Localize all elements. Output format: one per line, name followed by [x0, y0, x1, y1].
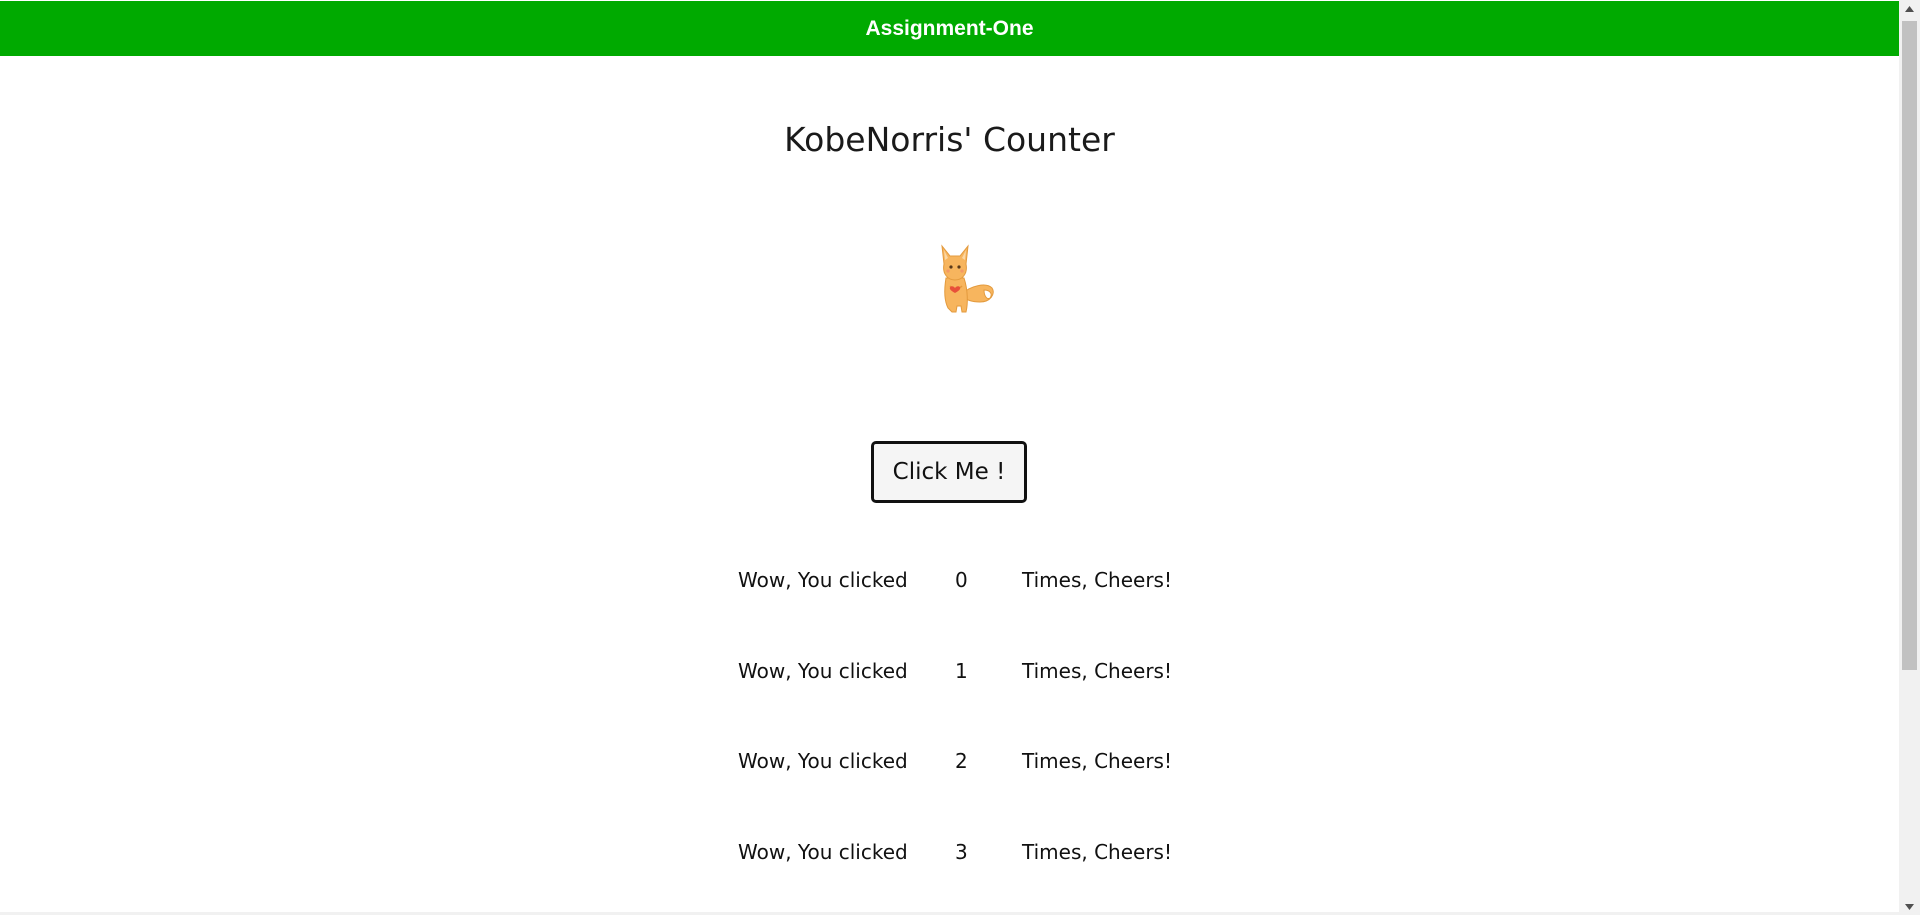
scroll-down-arrow-icon[interactable] [1899, 898, 1920, 915]
click-me-button[interactable]: Click Me ! [871, 441, 1027, 503]
list-item: Wow, You clicked 0 Times, Cheers! [0, 545, 1899, 615]
list-item: Wow, You clicked 1 Times, Cheers! [0, 636, 1899, 706]
list-item: Wow, You clicked 2 Times, Cheers! [0, 726, 1899, 796]
app-title: Assignment-One [865, 16, 1034, 40]
fox-mascot-graphic [941, 244, 994, 313]
vertical-scrollbar[interactable] [1899, 0, 1920, 915]
top-header-bar: Assignment-One [0, 1, 1899, 56]
row-suffix-text: Times, Cheers! [1022, 840, 1172, 864]
list-item: Wow, You clicked 3 Times, Cheers! [0, 817, 1899, 887]
row-prefix-text: Wow, You clicked [738, 659, 908, 683]
scrollbar-thumb[interactable] [1902, 21, 1917, 670]
page-viewport: Assignment-One KobeNorris' Counter Click [0, 0, 1899, 915]
fox-mascot-icon [918, 238, 998, 318]
row-count-value: 1 [955, 659, 968, 683]
row-count-value: 2 [955, 749, 968, 773]
row-suffix-text: Times, Cheers! [1022, 568, 1172, 592]
row-suffix-text: Times, Cheers! [1022, 749, 1172, 773]
row-count-value: 0 [955, 568, 968, 592]
row-count-value: 3 [955, 840, 968, 864]
row-prefix-text: Wow, You clicked [738, 840, 908, 864]
scroll-up-arrow-icon[interactable] [1899, 0, 1920, 17]
row-suffix-text: Times, Cheers! [1022, 659, 1172, 683]
row-prefix-text: Wow, You clicked [738, 749, 908, 773]
page-title: KobeNorris' Counter [784, 120, 1115, 159]
row-prefix-text: Wow, You clicked [738, 568, 908, 592]
